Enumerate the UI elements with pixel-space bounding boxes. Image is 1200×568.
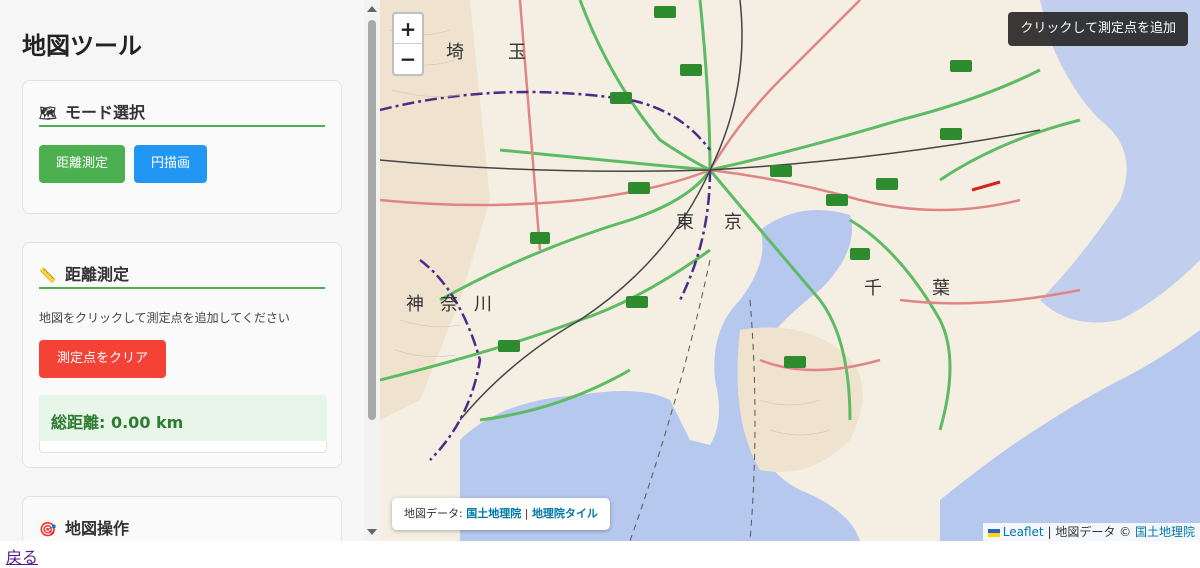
distance-mode-button[interactable]: 距離測定 — [39, 145, 125, 183]
total-distance: 総距離: 0.00 km — [39, 395, 327, 443]
footer: 戻る — [0, 541, 1200, 568]
map-label: 千 — [864, 278, 882, 299]
map-label: 埼 — [446, 42, 464, 63]
zoom-control: + − — [392, 12, 424, 76]
back-link[interactable]: 戻る — [6, 544, 38, 568]
zoom-out-button[interactable]: − — [394, 44, 422, 74]
zoom-in-button[interactable]: + — [394, 14, 422, 44]
map-label: 奈 — [440, 294, 458, 315]
map-attribution-box: 地図データ: 国土地理院 | 地理院タイル — [392, 498, 610, 530]
heading-underline — [39, 125, 325, 127]
map-label: 神 — [406, 294, 424, 315]
sidebar-scrollbar[interactable] — [364, 0, 380, 541]
scrollbar-thumb[interactable] — [368, 20, 376, 420]
map-tiles — [380, 0, 1200, 541]
heading-underline — [39, 287, 325, 289]
distance-heading-label: 距離測定 — [65, 265, 130, 284]
sidebar: 地図ツール 🗺 モード選択 距離測定 円描画 📏 距離測定 地図をクリックして測定点… — [0, 0, 380, 541]
distance-description: 地図をクリックして測定点を追加してください — [39, 311, 290, 325]
target-icon: 🎯 — [39, 522, 57, 538]
map-ops-card: 🎯 地図操作 — [22, 496, 342, 541]
attribution-separator: | — [524, 507, 529, 520]
map-label: 京 — [724, 212, 742, 233]
ukraine-flag-icon — [987, 528, 1000, 537]
clear-points-button[interactable]: 測定点をクリア — [39, 340, 166, 378]
distance-card: 📏 距離測定 地図をクリックして測定点を追加してください 測定点をクリア 総距離:… — [22, 242, 342, 468]
app: 地図ツール 🗺 モード選択 距離測定 円描画 📏 距離測定 地図をクリックして測定点… — [0, 0, 1200, 541]
map-label: 玉 — [508, 42, 526, 63]
scroll-up-arrow-icon[interactable] — [367, 6, 377, 12]
gsi-link[interactable]: 国土地理院 — [466, 507, 521, 520]
map-canvas[interactable]: 埼 玉 東 京 神 奈 川 千 葉 + − クリックして測定点を追加 地図データ… — [380, 0, 1200, 541]
attribution-prefix: 地図データ: — [404, 507, 463, 520]
map-label: 東 — [676, 212, 694, 233]
scroll-down-arrow-icon[interactable] — [367, 529, 377, 535]
mode-select-heading: 🗺 モード選択 — [39, 99, 145, 123]
map-icon: 🗺 — [39, 106, 57, 122]
ruler-icon: 📏 — [39, 268, 57, 284]
map-tooltip: クリックして測定点を追加 — [1008, 12, 1188, 46]
map-ops-heading-label: 地図操作 — [65, 519, 130, 538]
circle-mode-button[interactable]: 円描画 — [134, 145, 207, 183]
leaflet-link[interactable]: Leaflet — [1003, 525, 1044, 539]
leaflet-attribution-text: | 地図データ © — [1047, 525, 1132, 539]
gsi-tile-link[interactable]: 地理院タイル — [532, 507, 598, 520]
map-label: 葉 — [932, 278, 950, 299]
mode-select-heading-label: モード選択 — [65, 103, 146, 122]
map-label: 川 — [474, 294, 492, 315]
page-title: 地図ツール — [22, 32, 142, 60]
distance-heading: 📏 距離測定 — [39, 261, 129, 285]
points-list — [39, 441, 327, 453]
map-ops-heading: 🎯 地図操作 — [39, 515, 129, 539]
mode-select-card: 🗺 モード選択 距離測定 円描画 — [22, 80, 342, 214]
gsi-attribution-link[interactable]: 国土地理院 — [1135, 525, 1195, 539]
leaflet-attribution: Leaflet | 地図データ © 国土地理院 — [982, 523, 1200, 541]
